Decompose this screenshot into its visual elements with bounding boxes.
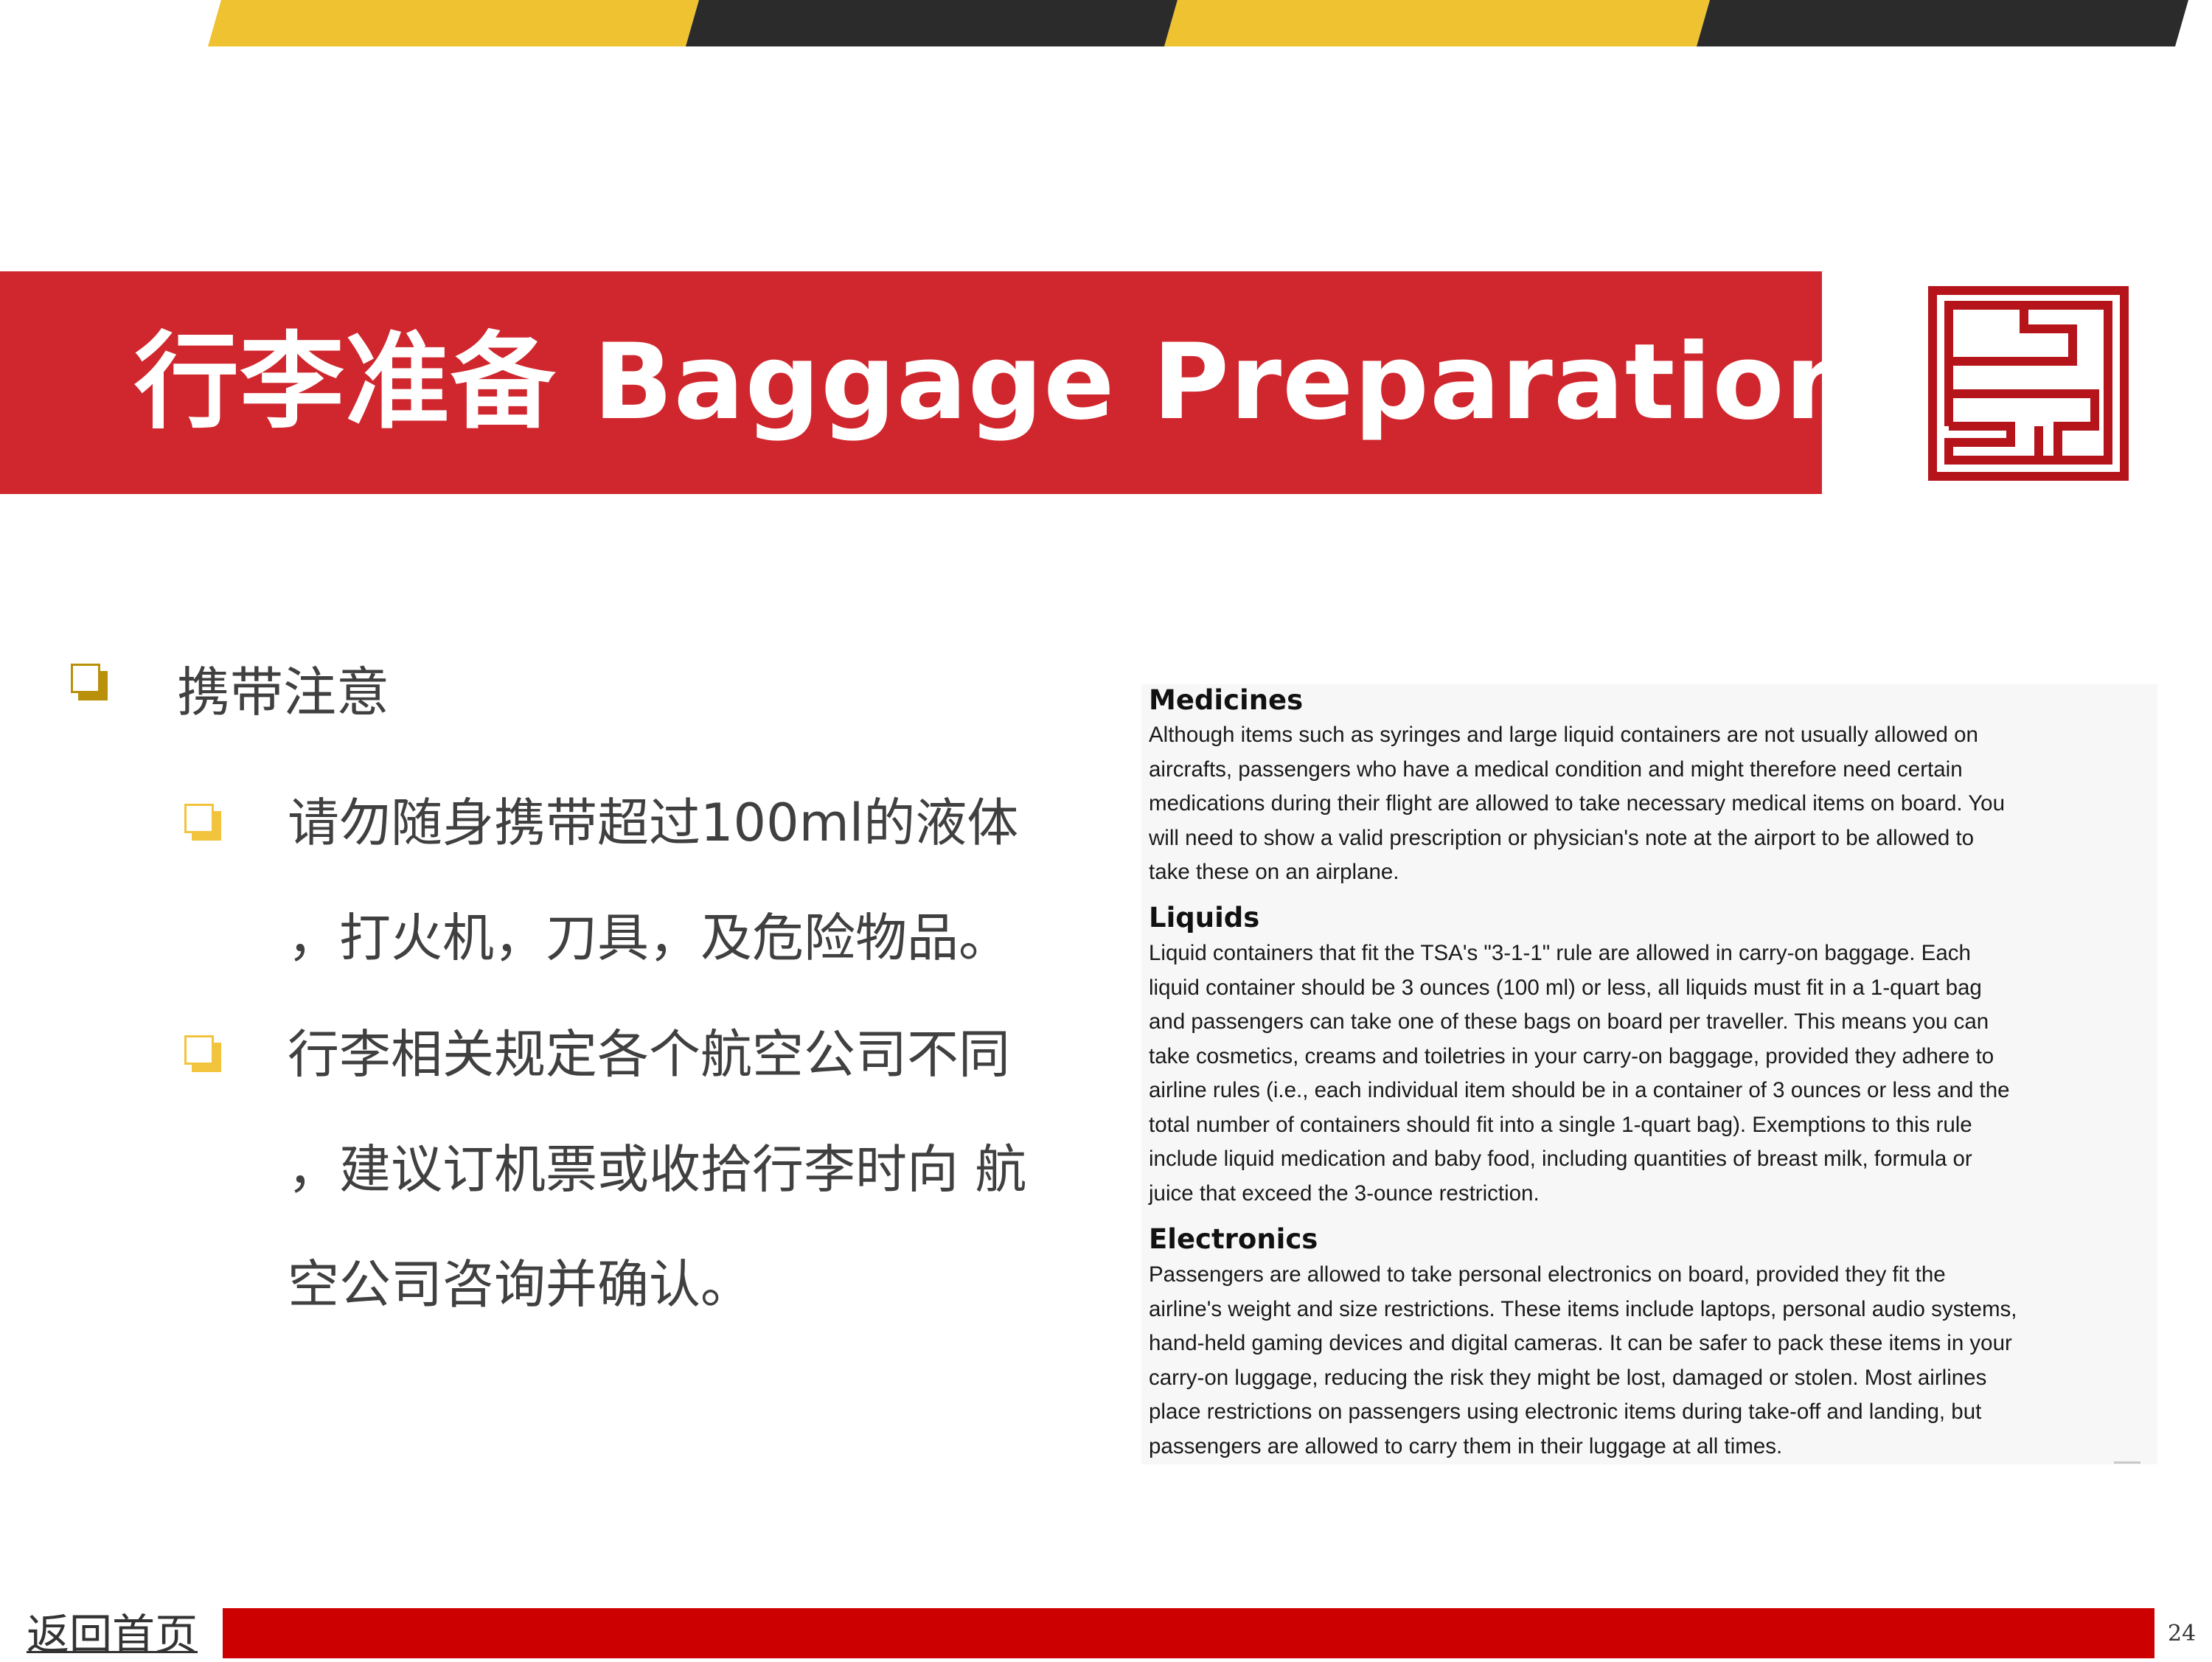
panel-line: will need to show a valid prescription o… (1149, 826, 1975, 850)
sub-bullet-icon (184, 804, 221, 841)
panel-line: place restrictions on passengers using e… (1149, 1400, 1982, 1424)
panel-line: Passengers are allowed to take personal … (1149, 1262, 1946, 1287)
baggage-rules-panel: Medicines Although items such as syringe… (1141, 684, 2157, 1464)
panel-line: take these on an airplane. (1149, 860, 1399, 884)
stripe-segment-yellow (208, 0, 699, 46)
main-bullet-icon (71, 664, 108, 700)
panel-line: airline's weight and size restrictions. … (1149, 1297, 2017, 1321)
logo-seal-icon (1928, 286, 2129, 481)
sub-bullet-line: 行李相关规定各个航空公司不同 (288, 1024, 1010, 1085)
panel-line: passengers are allowed to carry them in … (1149, 1434, 1783, 1458)
stripe-segment-dark (1697, 0, 2188, 46)
page-number: 24 (2168, 1621, 2197, 1647)
main-bullet-text: 携带注意 (177, 661, 390, 723)
stripe-segment-dark (686, 0, 1178, 46)
panel-line: airline rules (i.e., each individual ite… (1149, 1078, 2010, 1102)
sub-bullet-line: ，建议订机票或收拾行李时向 航 (288, 1139, 1027, 1200)
sub-bullet-line: ，打火机，刀具，及危险物品。 (288, 908, 1010, 968)
footer-bar (223, 1608, 2154, 1658)
panel-line: liquid container should be 3 ounces (100… (1149, 976, 1982, 1000)
panel-heading: Electronics (1149, 1223, 1318, 1255)
panel-line: aircrafts, passengers who have a medical… (1149, 757, 1963, 782)
panel-line: juice that exceed the 3-ounce restrictio… (1149, 1181, 1540, 1206)
sub-bullet-icon (184, 1035, 221, 1072)
page-title: 行李准备 Baggage Preparation (134, 321, 1860, 443)
panel-line: medications during their flight are allo… (1149, 791, 2005, 816)
title-banner: 行李准备 Baggage Preparation (0, 271, 1860, 494)
panel-heading: Liquids (1149, 902, 1260, 933)
panel-heading: Medicines (1149, 684, 1304, 716)
top-stripe (208, 0, 2188, 46)
sub-bullet-line: 请勿随身携带超过100ml的液体 (288, 793, 1019, 853)
panel-line: Liquid containers that fit the TSA's "3-… (1149, 941, 1971, 965)
panel-line: include liquid medication and baby food,… (1149, 1147, 1972, 1171)
panel-line: take cosmetics, creams and toiletries in… (1149, 1044, 1994, 1068)
stripe-segment-yellow (1164, 0, 1710, 46)
panel-corner-mark (2114, 1461, 2140, 1464)
home-link[interactable]: 返回首页 (27, 1600, 198, 1662)
panel-line: total number of containers should fit in… (1149, 1113, 1972, 1137)
panel-line: hand-held gaming devices and digital cam… (1149, 1331, 2012, 1355)
panel-line: and passengers can take one of these bag… (1149, 1009, 1989, 1034)
sub-bullet-line: 空公司咨询并确认。 (288, 1254, 752, 1315)
panel-line: Although items such as syringes and larg… (1149, 723, 1978, 747)
panel-line: carry-on luggage, reducing the risk they… (1149, 1366, 1987, 1390)
